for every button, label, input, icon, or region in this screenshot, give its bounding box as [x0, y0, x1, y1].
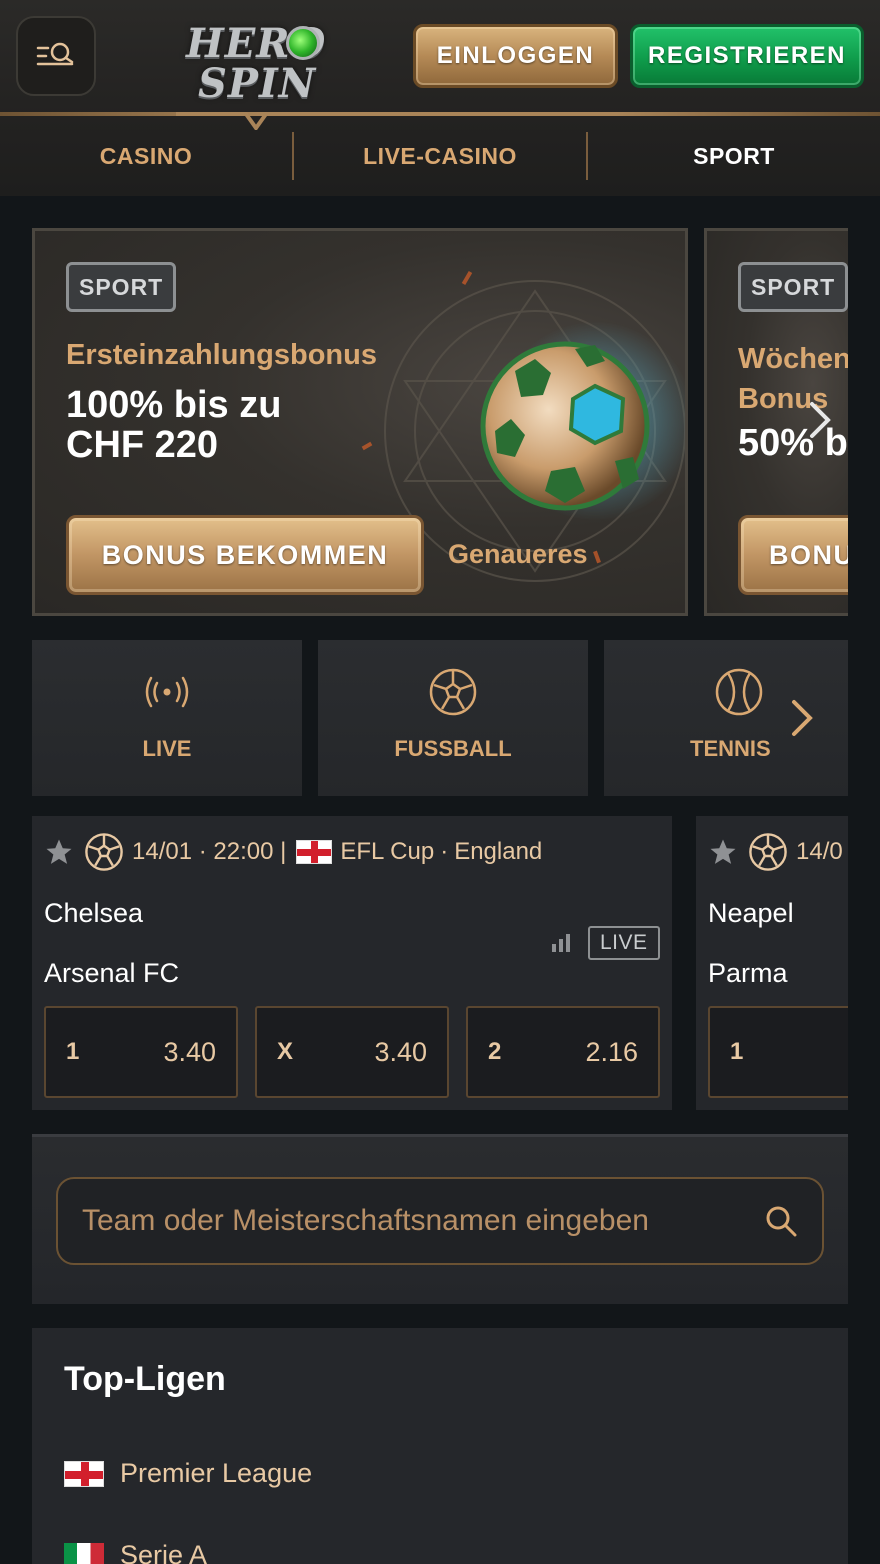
odds-value: 2.16: [585, 1036, 638, 1067]
favorite-star-icon[interactable]: [708, 837, 738, 867]
match-card[interactable]: 14/0 Neapel Parma 1 1.: [696, 816, 848, 1110]
top-leagues-section: Top-Ligen Premier League Serie A: [32, 1328, 848, 1564]
tile-label: LIVE: [142, 736, 192, 761]
odds-button-draw[interactable]: X 3.40: [255, 1006, 449, 1098]
register-button[interactable]: REGISTRIEREN: [630, 24, 864, 88]
nav-sport[interactable]: SPORT: [588, 143, 880, 170]
league-name: Premier League: [120, 1458, 313, 1488]
football-icon: [85, 833, 123, 871]
promo-card-first-deposit[interactable]: SPORT Ersteinzahlungsbonus 100% bis zu C…: [32, 228, 688, 616]
nav-casino[interactable]: CASINO: [0, 143, 292, 170]
home-team: Neapel: [708, 898, 794, 928]
login-button[interactable]: EINLOGGEN: [413, 24, 618, 88]
nav-live-casino[interactable]: LIVE-CASINO: [294, 143, 586, 170]
live-badge: LIVE: [588, 926, 660, 960]
promo-next-arrow-icon[interactable]: [804, 400, 834, 440]
get-bonus-button[interactable]: BONU: [738, 515, 848, 595]
england-flag-icon: [296, 840, 333, 864]
search-panel: [32, 1134, 848, 1304]
odds-value: 3.40: [374, 1036, 427, 1067]
promo-title: Ersteinzahlungsbonus: [66, 339, 377, 371]
odds-label: 1: [730, 1038, 744, 1065]
promo-badge: SPORT: [738, 262, 848, 312]
odds-button-home[interactable]: 1 3.40: [44, 1006, 238, 1098]
promo-amount: 100% bis zu CHF 220: [66, 384, 282, 466]
odds-value: 3.40: [163, 1036, 216, 1067]
logo-text-spin: SPIN: [198, 60, 317, 107]
tile-live[interactable]: LIVE: [32, 640, 302, 796]
tennis-ball-icon: [715, 668, 763, 716]
odds-label: 1: [66, 1038, 80, 1065]
odds-label: 2: [488, 1038, 502, 1065]
tile-label: FUSSBALL: [394, 736, 512, 761]
match-datetime: 14/01 · 22:00 |: [132, 838, 287, 865]
football-icon: [429, 668, 477, 716]
stats-bars-icon[interactable]: [550, 932, 572, 954]
promo-badge: SPORT: [66, 262, 177, 312]
herospin-logo[interactable]: HERO SPIN: [178, 18, 328, 110]
search-input[interactable]: [82, 1204, 764, 1238]
tile-label: TENNIS: [690, 736, 771, 761]
match-card[interactable]: 14/01 · 22:00 | EFL Cup · England Chelse…: [32, 816, 672, 1110]
live-broadcast-icon: [145, 676, 189, 708]
separator-dot: ·: [440, 838, 449, 865]
match-competition: EFL Cup: [340, 838, 435, 865]
promo-details-link[interactable]: Genaueres: [448, 539, 588, 570]
england-flag-icon: [64, 1460, 104, 1487]
menu-search-icon: [36, 42, 74, 66]
match-country: England: [454, 838, 543, 865]
away-team: Arsenal FC: [44, 958, 180, 988]
tiles-next-arrow-icon[interactable]: [786, 698, 816, 738]
logo-gem-icon: [286, 26, 320, 60]
odds-button-away[interactable]: 2 2.16: [466, 1006, 660, 1098]
home-team: Chelsea: [44, 898, 144, 928]
italy-flag-icon: [64, 1542, 104, 1564]
search-box[interactable]: [56, 1177, 824, 1265]
site-header: HERO SPIN EINLOGGEN REGISTRIEREN CASINO …: [0, 0, 880, 196]
away-team: Parma: [708, 958, 788, 988]
match-header: 14/0: [708, 830, 843, 874]
league-item[interactable]: Serie A: [64, 1540, 207, 1564]
main-nav: CASINO LIVE-CASINO SPORT: [0, 116, 880, 196]
soccer-ball-icon: [455, 311, 685, 551]
match-datetime: 14/0: [796, 838, 843, 865]
football-icon: [749, 833, 787, 871]
search-icon[interactable]: [764, 1204, 798, 1238]
match-header: 14/01 · 22:00 | EFL Cup · England: [44, 830, 542, 874]
get-bonus-button[interactable]: BONUS BEKOMMEN: [66, 515, 424, 595]
odds-button-home[interactable]: 1 1.: [708, 1006, 848, 1098]
menu-search-button[interactable]: [16, 16, 96, 96]
favorite-star-icon[interactable]: [44, 837, 74, 867]
league-item[interactable]: Premier League: [64, 1458, 312, 1489]
tile-football[interactable]: FUSSBALL: [318, 640, 588, 796]
live-indicator: LIVE: [550, 926, 660, 960]
league-name: Serie A: [120, 1540, 208, 1564]
section-title: Top-Ligen: [64, 1360, 226, 1398]
odds-label: X: [277, 1038, 294, 1065]
